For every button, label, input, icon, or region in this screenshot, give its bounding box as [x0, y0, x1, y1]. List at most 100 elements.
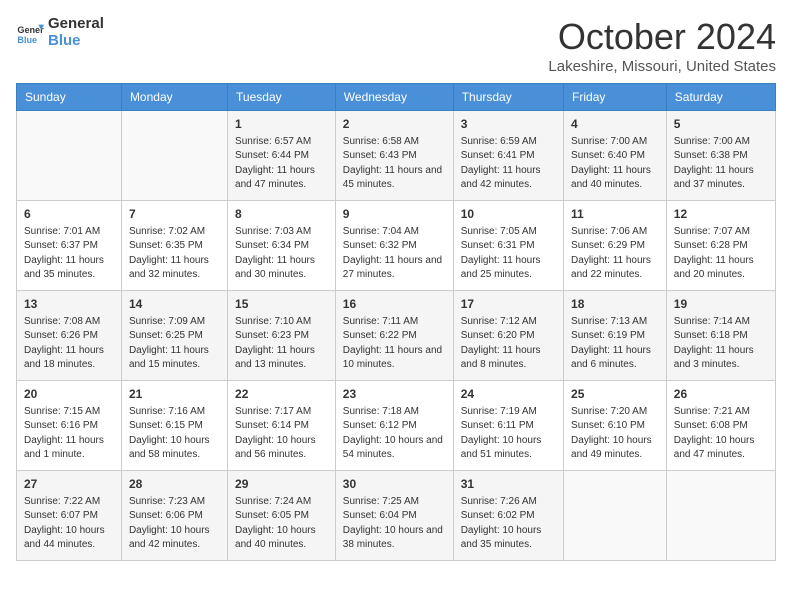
month-title: October 2024 [548, 16, 776, 58]
day-number: 15 [235, 296, 328, 313]
day-number: 24 [461, 386, 556, 403]
calendar-week-row: 13 Sunrise: 7:08 AMSunset: 6:26 PMDayligh… [17, 291, 776, 381]
day-info: Sunrise: 7:04 AMSunset: 6:32 PMDaylight:… [343, 225, 446, 283]
calendar-day-cell: 30Sunrise: 7:25 AMSunset: 6:04 PMDayligh… [335, 471, 453, 561]
day-number: 9 [343, 206, 446, 223]
calendar-table: SundayMondayTuesdayWednesdayThursdayFrid… [16, 83, 776, 561]
calendar-day-cell: 8 Sunrise: 7:03 AMSunset: 6:34 PMDaylight… [228, 201, 336, 291]
day-number: 2 [343, 116, 446, 133]
logo-general: General [48, 16, 104, 33]
day-of-week-header: Wednesday [335, 84, 453, 111]
title-section: October 2024 Lakeshire, Missouri, United… [548, 16, 776, 75]
day-info: Sunrise: 7:03 AMSunset: 6:34 PMDaylight:… [235, 225, 328, 283]
day-number: 11 [571, 206, 659, 223]
day-number: 18 [571, 296, 659, 313]
calendar-day-cell: 17Sunrise: 7:12 AMSunset: 6:20 PMDayligh… [453, 291, 563, 381]
day-number: 19 [674, 296, 768, 313]
day-info: Sunrise: 7:15 AMSunset: 6:16 PMDaylight:… [24, 405, 114, 463]
day-number: 6 [24, 206, 114, 223]
calendar-day-cell: 5Sunrise: 7:00 AMSunset: 6:38 PMDaylight… [666, 111, 775, 201]
day-number: 1 [235, 116, 328, 133]
calendar-day-cell: 31 Sunrise: 7:26 AMSunset: 6:02 PMDayligh… [453, 471, 563, 561]
day-info: Sunrise: 7:11 AMSunset: 6:22 PMDaylight:… [343, 315, 446, 373]
day-number: 7 [129, 206, 220, 223]
day-info: Sunrise: 7:26 AMSunset: 6:02 PMDaylight:… [461, 495, 556, 553]
day-info: Sunrise: 7:09 AMSunset: 6:25 PMDaylight:… [129, 315, 220, 373]
calendar-day-cell: 6 Sunrise: 7:01 AMSunset: 6:37 PMDaylight… [17, 201, 122, 291]
calendar-day-cell [17, 111, 122, 201]
day-info: Sunrise: 7:21 AMSunset: 6:08 PMDaylight:… [674, 405, 768, 463]
day-info: Sunrise: 6:58 AMSunset: 6:43 PMDaylight:… [343, 135, 446, 193]
day-number: 13 [24, 296, 114, 313]
day-number: 16 [343, 296, 446, 313]
day-info: Sunrise: 7:00 AMSunset: 6:40 PMDaylight:… [571, 135, 659, 193]
day-info: Sunrise: 7:02 AMSunset: 6:35 PMDaylight:… [129, 225, 220, 283]
day-number: 20 [24, 386, 114, 403]
day-number: 8 [235, 206, 328, 223]
calendar-week-row: 27 Sunrise: 7:22 AMSunset: 6:07 PMDayligh… [17, 471, 776, 561]
calendar-day-cell: 23 Sunrise: 7:18 AMSunset: 6:12 PMDayligh… [335, 381, 453, 471]
day-info: Sunrise: 7:24 AMSunset: 6:05 PMDaylight:… [235, 495, 328, 553]
calendar-week-row: 1 Sunrise: 6:57 AMSunset: 6:44 PMDaylight… [17, 111, 776, 201]
calendar-day-cell [564, 471, 667, 561]
day-number: 30 [343, 476, 446, 493]
day-info: Sunrise: 7:05 AMSunset: 6:31 PMDaylight:… [461, 225, 556, 283]
day-info: Sunrise: 7:10 AMSunset: 6:23 PMDaylight:… [235, 315, 328, 373]
logo-icon: General Blue [16, 19, 44, 47]
day-of-week-header: Saturday [666, 84, 775, 111]
day-of-week-header: Friday [564, 84, 667, 111]
day-number: 28 [129, 476, 220, 493]
calendar-day-cell: 27 Sunrise: 7:22 AMSunset: 6:07 PMDayligh… [17, 471, 122, 561]
day-number: 14 [129, 296, 220, 313]
calendar-day-cell: 20 Sunrise: 7:15 AMSunset: 6:16 PMDayligh… [17, 381, 122, 471]
day-number: 22 [235, 386, 328, 403]
calendar-week-row: 20 Sunrise: 7:15 AMSunset: 6:16 PMDayligh… [17, 381, 776, 471]
day-info: Sunrise: 7:13 AMSunset: 6:19 PMDaylight:… [571, 315, 659, 373]
day-of-week-header: Thursday [453, 84, 563, 111]
day-number: 26 [674, 386, 768, 403]
day-number: 31 [461, 476, 556, 493]
day-info: Sunrise: 6:59 AMSunset: 6:41 PMDaylight:… [461, 135, 556, 193]
calendar-day-cell: 29 Sunrise: 7:24 AMSunset: 6:05 PMDayligh… [228, 471, 336, 561]
day-number: 25 [571, 386, 659, 403]
day-info: Sunrise: 7:17 AMSunset: 6:14 PMDaylight:… [235, 405, 328, 463]
day-info: Sunrise: 7:06 AMSunset: 6:29 PMDaylight:… [571, 225, 659, 283]
calendar-day-cell: 18 Sunrise: 7:13 AMSunset: 6:19 PMDayligh… [564, 291, 667, 381]
day-of-week-header: Monday [121, 84, 227, 111]
day-info: Sunrise: 7:08 AMSunset: 6:26 PMDaylight:… [24, 315, 114, 373]
calendar-day-cell: 13 Sunrise: 7:08 AMSunset: 6:26 PMDayligh… [17, 291, 122, 381]
calendar-day-cell: 21Sunrise: 7:16 AMSunset: 6:15 PMDayligh… [121, 381, 227, 471]
calendar-day-cell: 9 Sunrise: 7:04 AMSunset: 6:32 PMDaylight… [335, 201, 453, 291]
day-number: 12 [674, 206, 768, 223]
calendar-header-row: SundayMondayTuesdayWednesdayThursdayFrid… [17, 84, 776, 111]
page-header: General Blue General Blue October 2024 L… [16, 16, 776, 75]
day-of-week-header: Tuesday [228, 84, 336, 111]
calendar-day-cell: 22 Sunrise: 7:17 AMSunset: 6:14 PMDayligh… [228, 381, 336, 471]
day-number: 3 [461, 116, 556, 133]
day-info: Sunrise: 7:14 AMSunset: 6:18 PMDaylight:… [674, 315, 768, 373]
day-info: Sunrise: 7:22 AMSunset: 6:07 PMDaylight:… [24, 495, 114, 553]
calendar-day-cell [121, 111, 227, 201]
calendar-day-cell: 1 Sunrise: 6:57 AMSunset: 6:44 PMDaylight… [228, 111, 336, 201]
calendar-week-row: 6 Sunrise: 7:01 AMSunset: 6:37 PMDaylight… [17, 201, 776, 291]
day-number: 27 [24, 476, 114, 493]
day-number: 29 [235, 476, 328, 493]
location: Lakeshire, Missouri, United States [548, 58, 776, 75]
calendar-day-cell: 26 Sunrise: 7:21 AMSunset: 6:08 PMDayligh… [666, 381, 775, 471]
calendar-day-cell [666, 471, 775, 561]
day-info: Sunrise: 7:16 AMSunset: 6:15 PMDaylight:… [129, 405, 220, 463]
day-number: 23 [343, 386, 446, 403]
day-number: 5 [674, 116, 768, 133]
calendar-day-cell: 11 Sunrise: 7:06 AMSunset: 6:29 PMDayligh… [564, 201, 667, 291]
calendar-day-cell: 4Sunrise: 7:00 AMSunset: 6:40 PMDaylight… [564, 111, 667, 201]
calendar-day-cell: 19 Sunrise: 7:14 AMSunset: 6:18 PMDayligh… [666, 291, 775, 381]
day-info: Sunrise: 7:20 AMSunset: 6:10 PMDaylight:… [571, 405, 659, 463]
day-info: Sunrise: 7:01 AMSunset: 6:37 PMDaylight:… [24, 225, 114, 283]
calendar-day-cell: 3 Sunrise: 6:59 AMSunset: 6:41 PMDaylight… [453, 111, 563, 201]
calendar-day-cell: 14 Sunrise: 7:09 AMSunset: 6:25 PMDayligh… [121, 291, 227, 381]
logo-blue: Blue [48, 33, 104, 50]
day-info: Sunrise: 7:07 AMSunset: 6:28 PMDaylight:… [674, 225, 768, 283]
calendar-day-cell: 12 Sunrise: 7:07 AMSunset: 6:28 PMDayligh… [666, 201, 775, 291]
day-info: Sunrise: 6:57 AMSunset: 6:44 PMDaylight:… [235, 135, 328, 193]
day-info: Sunrise: 7:18 AMSunset: 6:12 PMDaylight:… [343, 405, 446, 463]
